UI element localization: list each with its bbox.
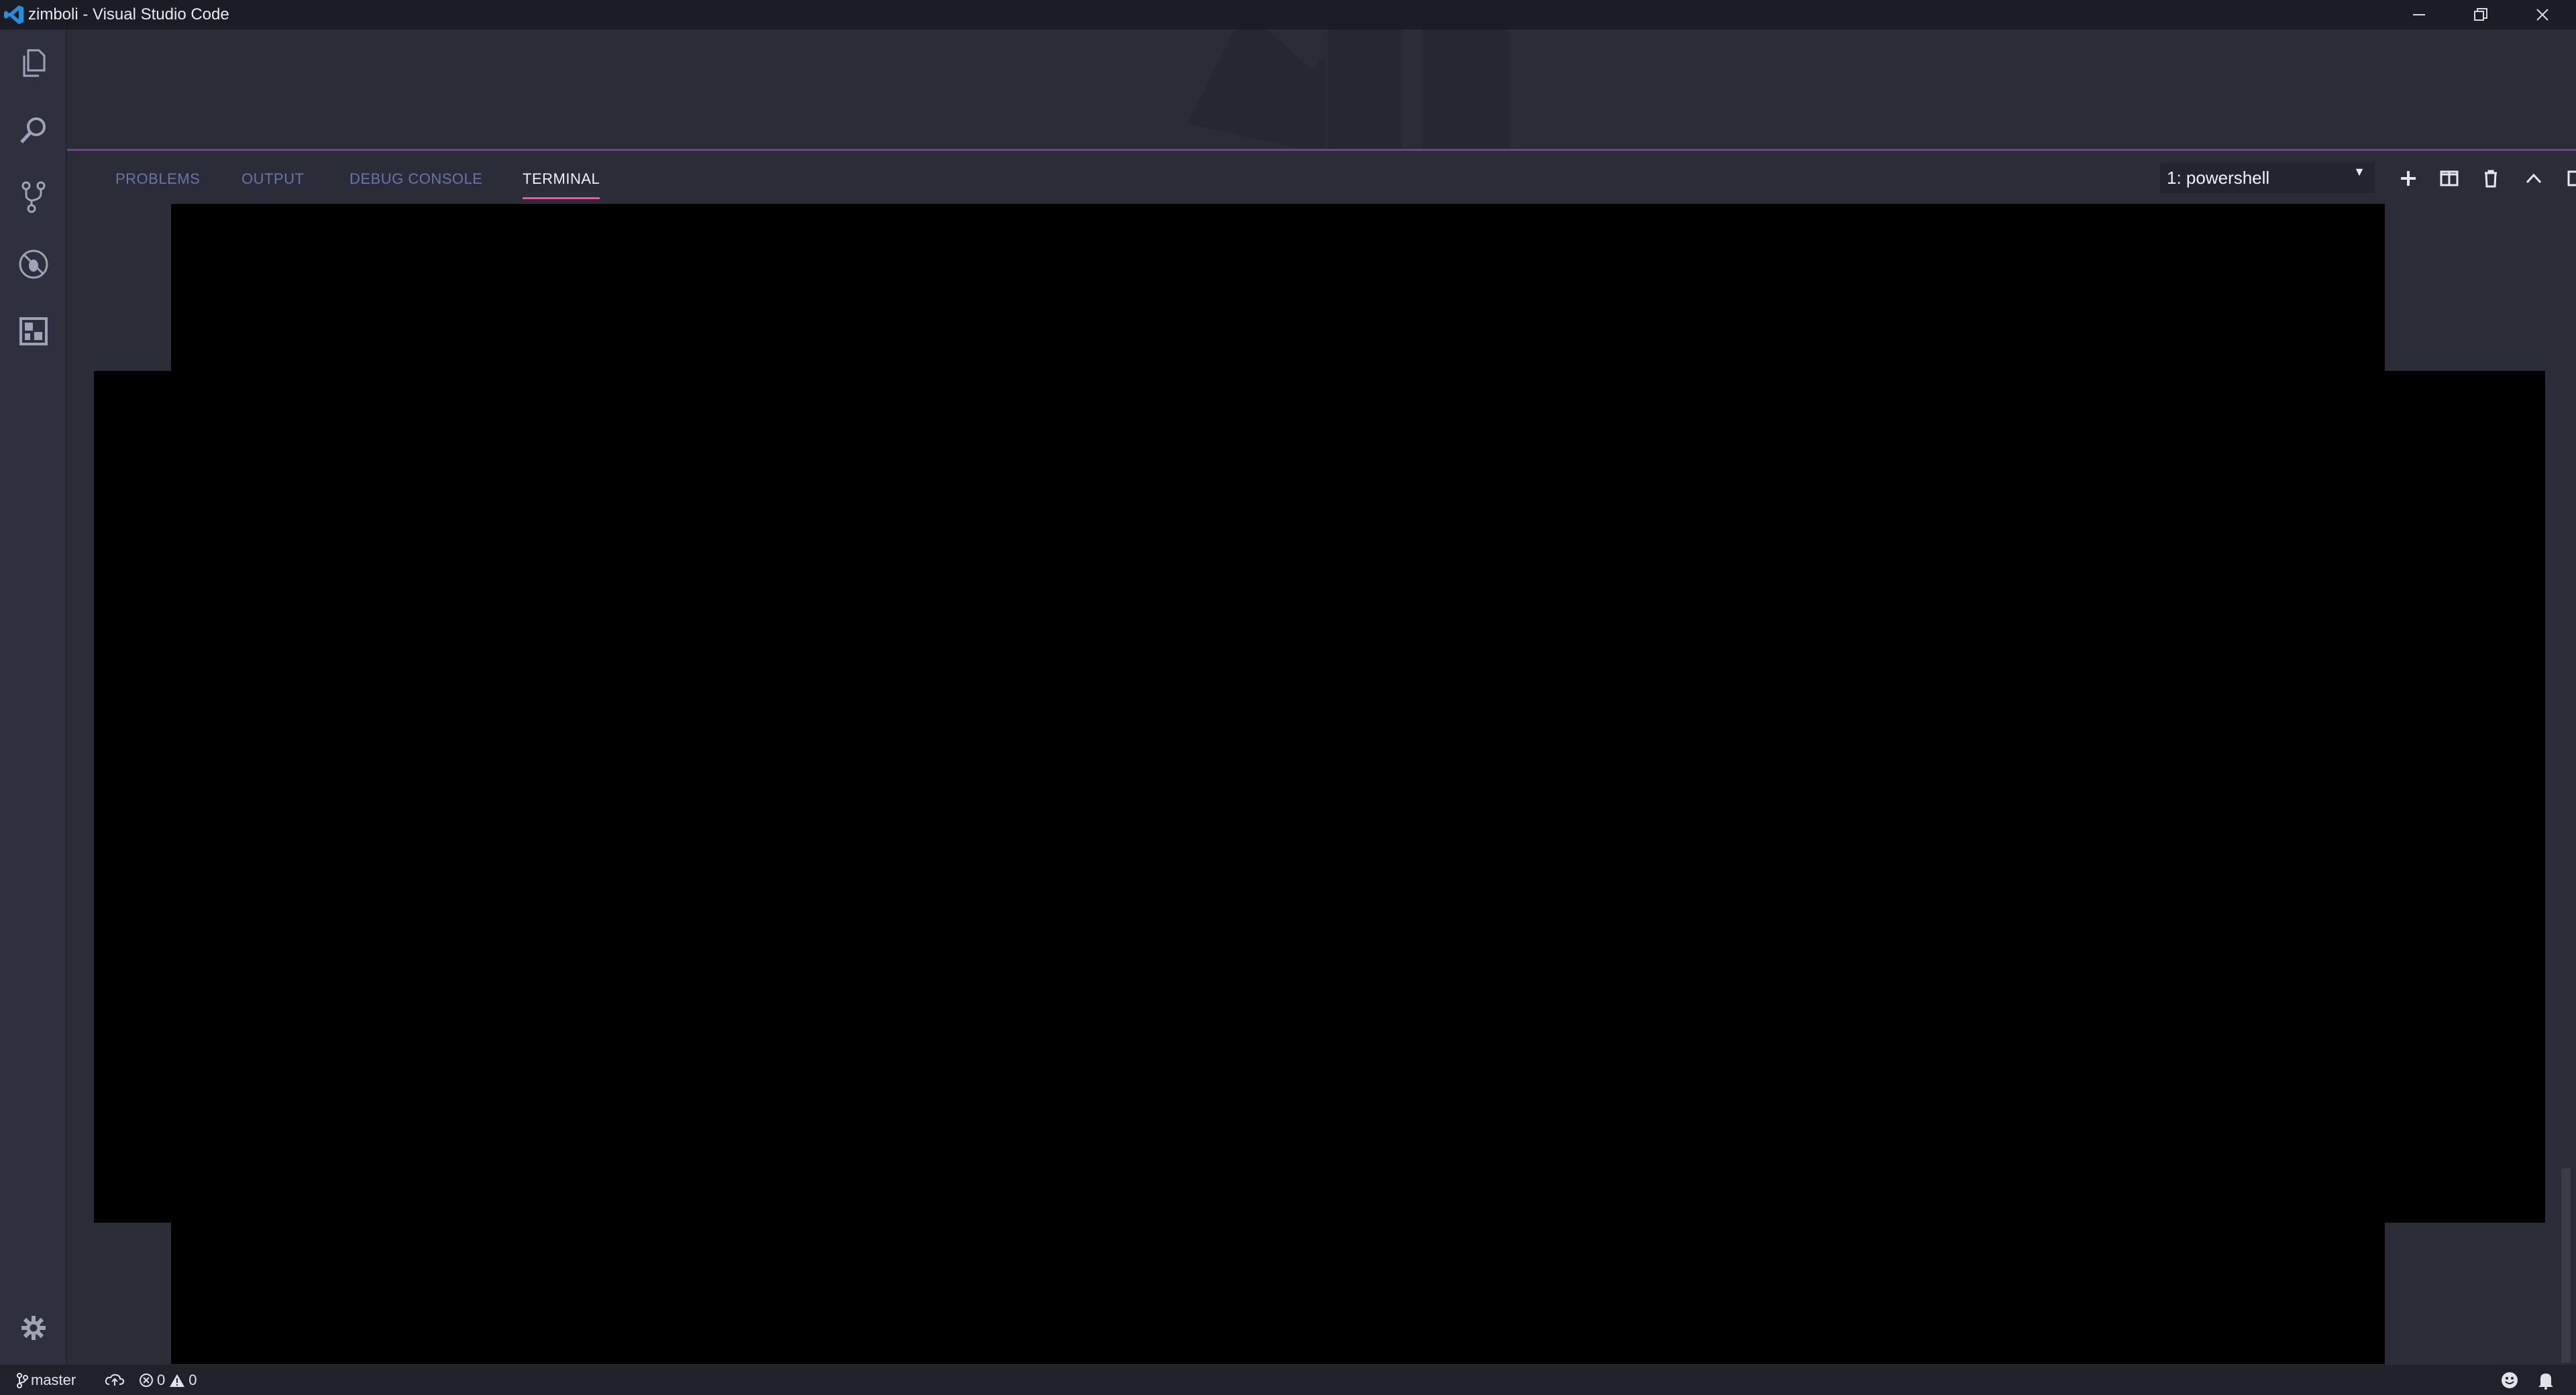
- error-count: 0: [157, 1371, 166, 1388]
- split-terminal-button[interactable]: [2435, 164, 2463, 192]
- chevron-down-icon: ▼: [2353, 165, 2365, 178]
- problems-indicator[interactable]: 0 0: [139, 1365, 197, 1395]
- vscode-logo-icon: [4, 5, 23, 24]
- branch-name: master: [31, 1371, 76, 1388]
- branch-indicator[interactable]: master: [16, 1365, 76, 1395]
- restore-button[interactable]: [2450, 0, 2512, 30]
- gear-icon: [21, 1316, 46, 1340]
- error-icon: [140, 1373, 153, 1387]
- search-icon: [20, 117, 46, 144]
- activity-search[interactable]: [16, 113, 51, 148]
- restore-icon: [2474, 8, 2487, 21]
- vscode-watermark-icon: [1187, 30, 1509, 149]
- warning-count: 0: [189, 1371, 197, 1388]
- chevron-up-icon: [2526, 173, 2542, 184]
- toggle-panel-position-button[interactable]: [2562, 164, 2576, 192]
- kill-terminal-button[interactable]: [2477, 164, 2505, 192]
- activity-debug[interactable]: [16, 247, 51, 282]
- feedback-button[interactable]: [2500, 1365, 2519, 1395]
- status-bar: master 0 0: [0, 1364, 2576, 1395]
- minimize-icon: [2413, 14, 2425, 15]
- cloud-sync-icon: [105, 1374, 125, 1386]
- close-window-button[interactable]: [2512, 0, 2573, 30]
- new-terminal-button[interactable]: [2394, 164, 2422, 192]
- git-branch-icon: [21, 181, 46, 213]
- title-bar: zimboli - Visual Studio Code: [0, 0, 2576, 30]
- plus-icon: [2401, 171, 2416, 186]
- split-icon: [2440, 170, 2459, 186]
- tab-terminal[interactable]: TERMINAL: [523, 164, 600, 199]
- smiley-icon: [2502, 1372, 2518, 1388]
- manage-button[interactable]: [16, 1310, 51, 1345]
- maximize-panel-button[interactable]: [2520, 164, 2548, 192]
- sync-button[interactable]: [105, 1365, 125, 1395]
- warning-icon: [170, 1374, 185, 1387]
- activity-extensions[interactable]: [16, 314, 51, 349]
- panel: PROBLEMS OUTPUT DEBUG CONSOLE TERMINAL 1…: [67, 151, 2576, 1364]
- git-branch-icon: [17, 1372, 28, 1388]
- layout-icon: [2567, 170, 2576, 186]
- activity-source-control[interactable]: [16, 180, 51, 215]
- terminal-selector-value: 1: powershell: [2167, 167, 2270, 188]
- window-title: zimboli - Visual Studio Code: [28, 5, 229, 23]
- notifications-button[interactable]: [2537, 1365, 2555, 1395]
- close-icon: [2536, 9, 2548, 21]
- terminal-selector[interactable]: 1: powershell ▼: [2160, 162, 2375, 193]
- terminal-scrollbar[interactable]: [2561, 1168, 2571, 1363]
- files-icon: [23, 49, 46, 77]
- bell-icon: [2538, 1373, 2553, 1390]
- extensions-icon: [19, 317, 48, 345]
- editor-area: [67, 30, 2576, 149]
- minimize-button[interactable]: [2388, 0, 2450, 30]
- activity-explorer[interactable]: [16, 46, 51, 80]
- tab-problems[interactable]: PROBLEMS: [115, 164, 200, 194]
- debug-icon: [19, 249, 48, 279]
- trash-icon: [2485, 170, 2497, 188]
- tab-debug-console[interactable]: DEBUG CONSOLE: [350, 164, 482, 194]
- terminal-viewport-wide[interactable]: [94, 371, 2545, 1223]
- activity-bar: [0, 30, 67, 1364]
- tab-output[interactable]: OUTPUT: [241, 164, 304, 194]
